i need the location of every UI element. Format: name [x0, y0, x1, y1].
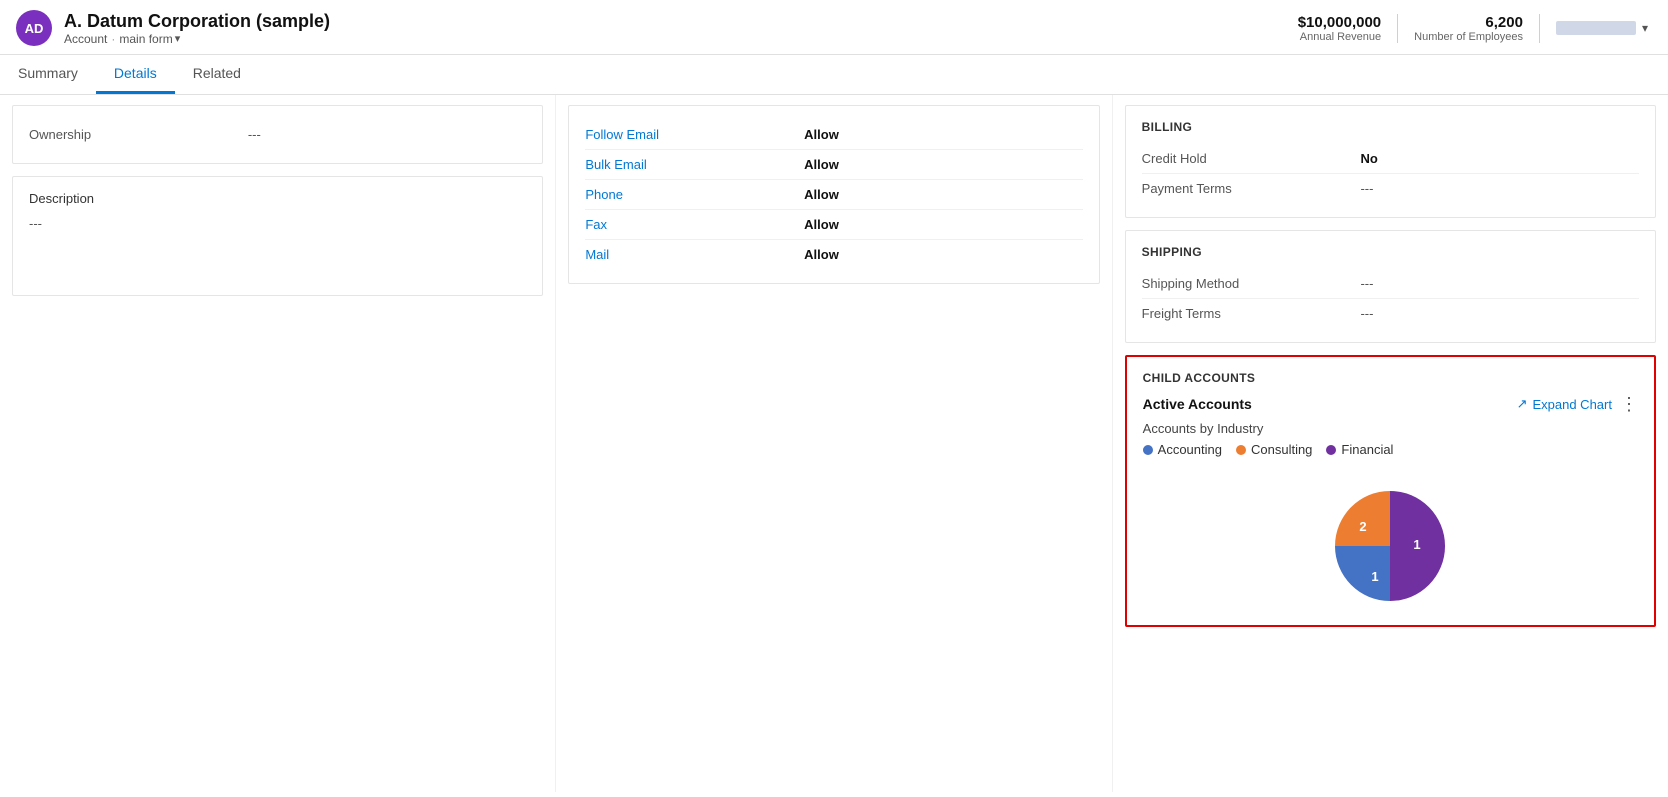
field-label: Freight Terms [1142, 306, 1361, 321]
page-title: A. Datum Corporation (sample) [64, 11, 330, 32]
expand-chart-button[interactable]: ↗ Expand Chart [1517, 396, 1612, 412]
child-accounts-card: CHILD ACCOUNTS Active Accounts ↗ Expand … [1125, 355, 1656, 627]
annual-revenue-stat: $10,000,000 Annual Revenue [1282, 14, 1398, 43]
column-1: Ownership --- Description --- [0, 95, 556, 792]
field-row: Bulk EmailAllow [585, 150, 1082, 180]
chart-legend: Accounting Consulting Financial [1143, 442, 1638, 457]
form-name[interactable]: main form ▾ [119, 32, 180, 46]
page-header: AD A. Datum Corporation (sample) Account… [0, 0, 1668, 55]
legend-label: Financial [1341, 442, 1393, 457]
legend-item: Accounting [1143, 442, 1222, 457]
active-accounts-label: Active Accounts [1143, 396, 1252, 412]
tab-summary[interactable]: Summary [0, 55, 96, 94]
field-row: Payment Terms--- [1142, 174, 1639, 203]
field-value: Allow [804, 187, 839, 202]
shipping-fields: Shipping Method---Freight Terms--- [1142, 269, 1639, 328]
employees-label: Number of Employees [1414, 31, 1523, 43]
pie-chart-container: 2 1 1 [1143, 471, 1638, 611]
record-type: Account [64, 32, 107, 46]
child-accounts-header: Active Accounts ↗ Expand Chart ⋮ [1143, 395, 1638, 413]
owner-value-bar [1556, 21, 1636, 35]
expand-icon: ↗ [1517, 396, 1528, 412]
chevron-down-icon: ▾ [175, 32, 181, 45]
annual-revenue-value: $10,000,000 [1298, 14, 1381, 31]
billing-fields: Credit HoldNoPayment Terms--- [1142, 144, 1639, 203]
field-row: PhoneAllow [585, 180, 1082, 210]
title-block: A. Datum Corporation (sample) Account · … [64, 11, 330, 46]
legend-dot [1326, 445, 1336, 455]
owner-dropdown-arrow[interactable]: ▾ [1642, 21, 1648, 35]
ownership-card: Ownership --- [12, 105, 543, 164]
description-value: --- [29, 216, 526, 231]
page-subtitle: Account · main form ▾ [64, 32, 330, 46]
field-label: Fax [585, 217, 804, 232]
ownership-label: Ownership [29, 127, 248, 142]
legend-label: Accounting [1158, 442, 1222, 457]
ownership-row: Ownership --- [29, 120, 526, 149]
expand-chart-label: Expand Chart [1532, 397, 1612, 412]
field-row: Shipping Method--- [1142, 269, 1639, 299]
shipping-title: SHIPPING [1142, 245, 1639, 259]
employees-stat: 6,200 Number of Employees [1398, 14, 1540, 43]
field-value: --- [1360, 181, 1373, 196]
field-value: Allow [804, 127, 839, 142]
field-value: No [1360, 151, 1377, 166]
header-right: $10,000,000 Annual Revenue 6,200 Number … [1282, 14, 1648, 43]
ownership-value: --- [248, 127, 261, 142]
legend-item: Financial [1326, 442, 1393, 457]
description-title: Description [29, 191, 526, 206]
pie-label-consulting: 1 [1414, 537, 1421, 552]
field-label: Follow Email [585, 127, 804, 142]
legend-dot [1143, 445, 1153, 455]
contact-preferences-fields: Follow EmailAllowBulk EmailAllowPhoneAll… [585, 120, 1082, 269]
field-value: --- [1360, 306, 1373, 321]
field-label: Phone [585, 187, 804, 202]
contact-preferences-card: Follow EmailAllowBulk EmailAllowPhoneAll… [568, 105, 1099, 284]
legend-item: Consulting [1236, 442, 1312, 457]
legend-label: Consulting [1251, 442, 1312, 457]
field-value: Allow [804, 247, 839, 262]
header-left: AD A. Datum Corporation (sample) Account… [16, 10, 330, 46]
annual-revenue-label: Annual Revenue [1298, 31, 1381, 43]
child-accounts-title: CHILD ACCOUNTS [1143, 371, 1638, 385]
tab-related[interactable]: Related [175, 55, 259, 94]
employees-value: 6,200 [1414, 14, 1523, 31]
legend-dot [1236, 445, 1246, 455]
pie-label-financial: 2 [1360, 519, 1367, 534]
column-2: Follow EmailAllowBulk EmailAllowPhoneAll… [556, 95, 1112, 792]
description-card: Description --- [12, 176, 543, 296]
separator: · [111, 32, 115, 46]
nav-tabs: Summary Details Related [0, 55, 1668, 95]
shipping-card: SHIPPING Shipping Method---Freight Terms… [1125, 230, 1656, 343]
field-label: Payment Terms [1142, 181, 1361, 196]
field-value: --- [1360, 276, 1373, 291]
billing-title: BILLING [1142, 120, 1639, 134]
billing-card: BILLING Credit HoldNoPayment Terms--- [1125, 105, 1656, 218]
tab-details[interactable]: Details [96, 55, 175, 94]
avatar: AD [16, 10, 52, 46]
more-options-button[interactable]: ⋮ [1620, 395, 1638, 413]
field-row: Freight Terms--- [1142, 299, 1639, 328]
chart-subtitle: Accounts by Industry [1143, 421, 1638, 436]
field-row: Follow EmailAllow [585, 120, 1082, 150]
column-3: BILLING Credit HoldNoPayment Terms--- SH… [1113, 95, 1668, 792]
field-label: Shipping Method [1142, 276, 1361, 291]
child-accounts-actions: ↗ Expand Chart ⋮ [1517, 395, 1638, 413]
field-row: Credit HoldNo [1142, 144, 1639, 174]
field-label: Mail [585, 247, 804, 262]
main-content: Ownership --- Description --- Follow Ema… [0, 95, 1668, 792]
field-label: Bulk Email [585, 157, 804, 172]
pie-slice-accounting [1335, 546, 1390, 601]
field-row: MailAllow [585, 240, 1082, 269]
field-label: Credit Hold [1142, 151, 1361, 166]
field-row: FaxAllow [585, 210, 1082, 240]
field-value: Allow [804, 217, 839, 232]
owner-section: ▾ [1540, 21, 1648, 35]
pie-chart: 2 1 1 [1325, 481, 1455, 611]
pie-label-accounting: 1 [1372, 569, 1379, 584]
field-value: Allow [804, 157, 839, 172]
